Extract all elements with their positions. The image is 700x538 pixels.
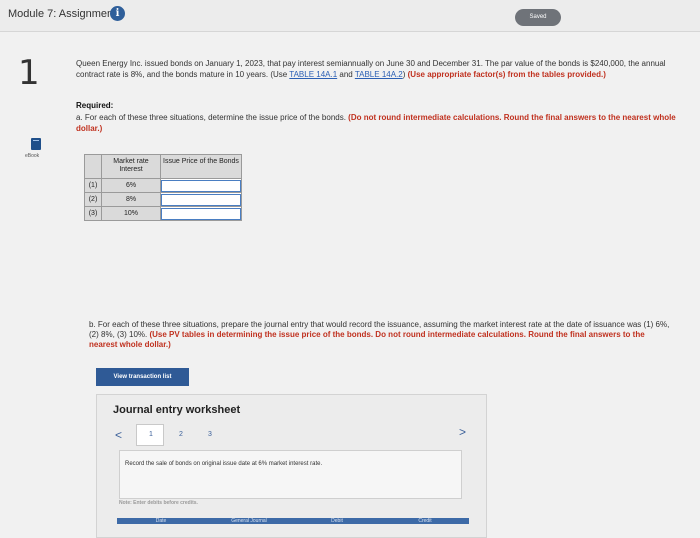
table-header-row: Market rate Interest Issue Price of the …: [84, 154, 242, 179]
row-label: (1): [84, 178, 102, 193]
ebook-label[interactable]: eBook: [25, 153, 39, 159]
worksheet-title: Journal entry worksheet: [113, 404, 241, 416]
question-number: 1: [18, 53, 40, 93]
module-title: Module 7: Assignment: [8, 8, 117, 20]
market-rate-cell: 8%: [101, 192, 161, 207]
market-rate-cell: 10%: [101, 206, 161, 221]
part-a-prompt: a. For each of these three situations, d…: [76, 112, 676, 134]
ebook-icon[interactable]: [31, 138, 41, 150]
issue-price-cell: [160, 178, 242, 193]
required-label: Required:: [76, 101, 114, 110]
issue-price-input[interactable]: [161, 207, 241, 220]
chevron-left-icon[interactable]: <: [115, 428, 122, 442]
saved-badge: Saved: [515, 9, 561, 26]
market-rate-header: Market rate Interest: [101, 154, 161, 179]
part-b-prompt: b. For each of these three situations, p…: [89, 320, 674, 350]
issue-price-cell: [160, 206, 242, 221]
part-b-instruction: (Use PV tables in determining the issue …: [89, 330, 645, 349]
journal-entry-worksheet: Journal entry worksheet < 1 2 3 Record t…: [96, 394, 487, 538]
issue-price-cell: [160, 192, 242, 207]
issue-price-input[interactable]: [161, 179, 241, 192]
row-label: (3): [84, 206, 102, 221]
row-label: (2): [84, 192, 102, 207]
page-2-link[interactable]: 2: [179, 431, 183, 438]
question-intro: Queen Energy Inc. issued bonds on Januar…: [76, 58, 678, 80]
issue-price-input[interactable]: [161, 193, 241, 206]
top-bar: Module 7: Assignment i Saved: [0, 0, 700, 32]
table-row: (3) 10%: [84, 206, 242, 221]
intro-and: and: [337, 70, 355, 79]
table-14a1-link[interactable]: TABLE 14A.1: [289, 70, 337, 79]
table-row: (2) 8%: [84, 192, 242, 207]
record-instruction: Record the sale of bonds on original iss…: [125, 461, 323, 467]
tab-date[interactable]: Date: [117, 518, 205, 524]
tab-general-journal[interactable]: General Journal: [205, 518, 293, 524]
tab-debit[interactable]: Debit: [293, 518, 381, 524]
worksheet-note: Note: Enter debits before credits.: [119, 500, 198, 506]
journal-tabs: Date General Journal Debit Credit: [117, 518, 469, 524]
table-header-blank: [84, 154, 102, 179]
chevron-right-icon[interactable]: >: [459, 425, 466, 439]
table-row: (1) 6%: [84, 178, 242, 193]
issue-price-table: Market rate Interest Issue Price of the …: [84, 154, 242, 221]
record-instruction-box: Record the sale of bonds on original iss…: [119, 450, 462, 499]
info-icon[interactable]: i: [110, 6, 125, 21]
issue-price-header: Issue Price of the Bonds: [160, 154, 242, 179]
part-a-text: a. For each of these three situations, d…: [76, 113, 346, 122]
market-rate-cell: 6%: [101, 178, 161, 193]
table-14a2-link[interactable]: TABLE 14A.2: [355, 70, 403, 79]
page-1-link[interactable]: 1: [149, 431, 153, 438]
tab-credit[interactable]: Credit: [381, 518, 469, 524]
intro-instruction: (Use appropriate factor(s) from the tabl…: [405, 70, 606, 79]
view-transaction-list-button[interactable]: View transaction list: [96, 368, 189, 386]
page-3-link[interactable]: 3: [208, 431, 212, 438]
